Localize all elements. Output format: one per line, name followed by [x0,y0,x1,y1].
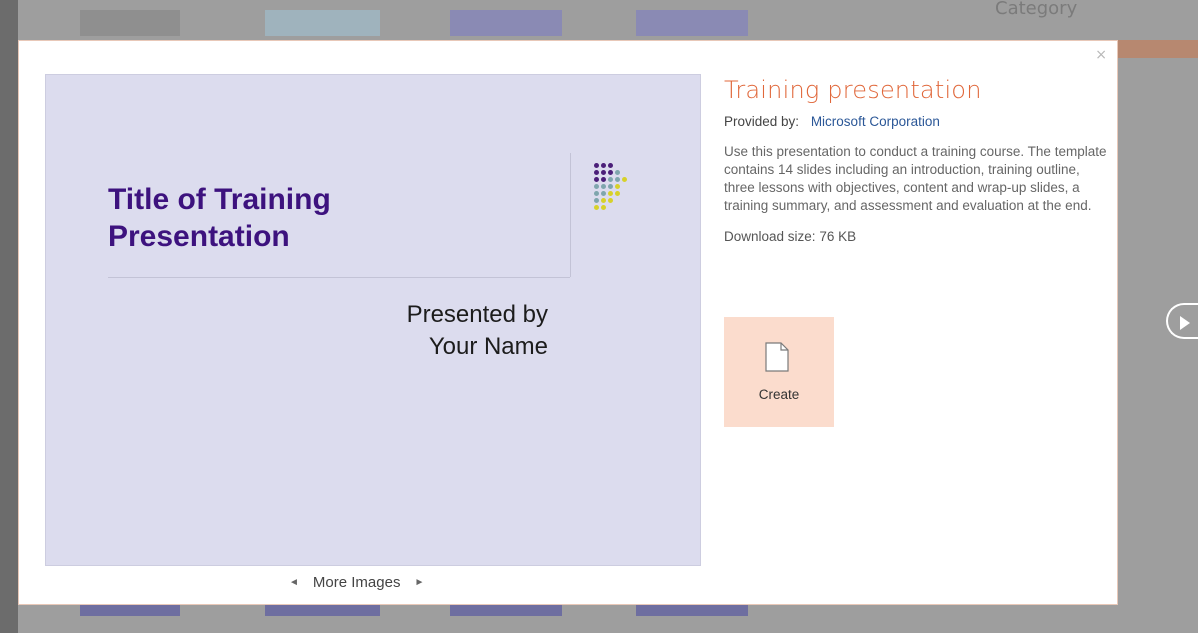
background-template-thumbnail [636,10,748,36]
decorative-dot [594,205,599,210]
decorative-dot [608,184,613,189]
decorative-dot [601,184,606,189]
decorative-dot [615,170,620,175]
decorative-dot [608,177,613,182]
background-template-thumbnail [80,10,180,36]
decorative-dot [601,177,606,182]
decorative-dot [608,191,613,196]
template-title: Training presentation [724,76,982,104]
background-template-thumbnail [450,604,562,616]
download-size-value: 76 KB [819,229,857,244]
decorative-dot [594,177,599,182]
background-sidebar [0,0,18,633]
template-description: Use this presentation to conduct a train… [724,144,1107,213]
background-template-thumbnail [265,604,380,616]
template-info-panel: Training presentation Provided by: Micro… [724,76,1114,427]
decorative-dot [615,177,620,182]
decorative-dot [608,170,613,175]
new-file-icon [765,342,789,372]
provided-by-label: Provided by: [724,114,800,129]
close-icon[interactable]: × [1095,47,1107,63]
decorative-dot [601,205,606,210]
next-template-button[interactable] [1166,303,1198,339]
next-image-icon[interactable]: ► [414,577,424,588]
background-template-thumbnail [265,10,380,36]
decorative-dot [601,191,606,196]
decorative-dot [594,163,599,168]
download-size: Download size: 76 KB [724,229,1114,244]
decorative-dot [594,184,599,189]
create-label: Create [758,387,800,402]
decorative-dot [601,198,606,203]
previous-image-icon[interactable]: ◄ [289,577,299,588]
decorative-dot [622,177,627,182]
template-preview-dialog: × Title of Training Presentation Present… [18,40,1118,605]
decorative-dot [594,170,599,175]
slide-divider [570,153,571,277]
slide-title: Title of Training Presentation [108,183,331,253]
decorative-dot [601,163,606,168]
slide-divider [108,277,570,278]
slide-subtitle: Presented by Your Name [407,299,548,363]
provided-by: Provided by: Microsoft Corporation [724,114,1114,129]
background-accent-bar [1118,40,1198,58]
provider-link[interactable]: Microsoft Corporation [811,114,940,129]
download-size-label: Download size: [724,229,816,244]
background-template-thumbnail [450,10,562,36]
slide-subtitle-line: Presented by [406,301,548,328]
background-template-thumbnail [636,604,748,616]
decorative-dot [608,163,613,168]
slide-subtitle-line: Your Name [428,333,548,360]
more-images-label: More Images [312,574,401,591]
background-category-label: Category [995,0,1078,19]
slide-preview: Title of Training Presentation Presented… [45,74,701,566]
create-button[interactable]: Create [724,317,834,427]
decorative-dot [594,191,599,196]
decorative-dot [594,198,599,203]
decorative-dot [615,184,620,189]
decorative-dot [608,198,613,203]
decorative-dot [601,170,606,175]
dot-pattern-graphic [594,163,654,253]
decorative-dot [615,191,620,196]
play-arrow-icon [1180,316,1190,330]
background-template-thumbnail [80,604,180,616]
more-images-nav: ◄ More Images ► [289,574,424,591]
